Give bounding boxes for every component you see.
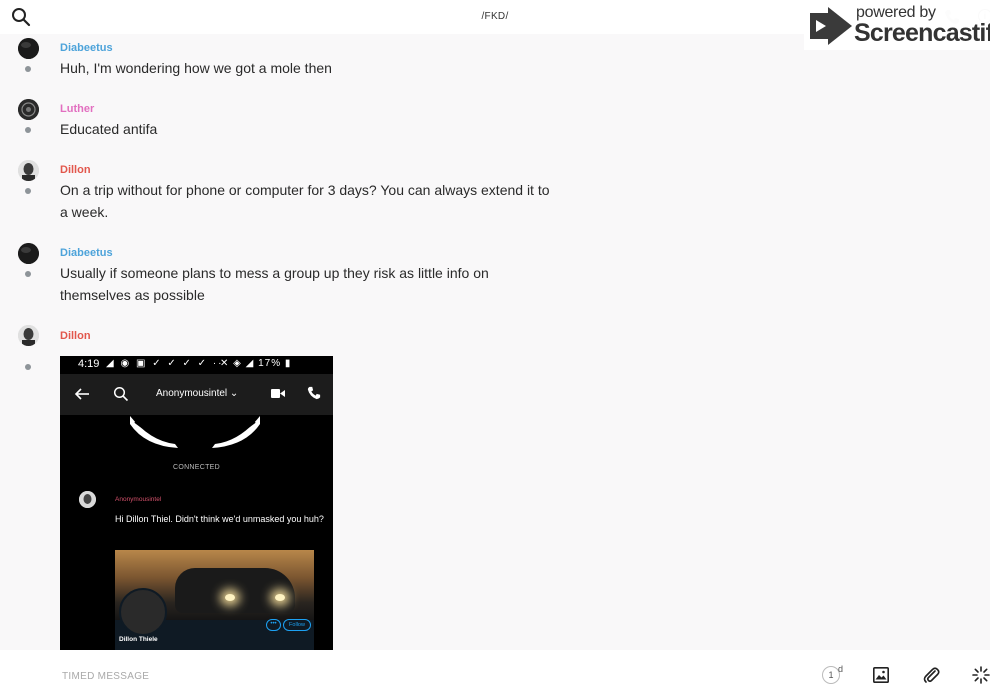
message-status-dot xyxy=(25,66,31,72)
image-icon[interactable] xyxy=(873,667,889,683)
phone-status-battery: ✕ ◈ ◢ 17% ▮ xyxy=(220,358,292,369)
avatar xyxy=(79,491,96,508)
message-text: Usually if someone plans to mess a group… xyxy=(60,265,489,303)
phone-icon xyxy=(307,386,321,400)
phone-chat-name: Anonymousintel ⌄ xyxy=(156,388,239,399)
profile-avatar xyxy=(119,588,167,636)
avatar[interactable] xyxy=(18,325,39,346)
avatar[interactable] xyxy=(18,38,39,59)
screencastify-logo-icon xyxy=(810,7,852,45)
message-sender: Dillon xyxy=(60,164,91,176)
message-composer: 1 d xyxy=(0,650,990,700)
watermark-brand: Screencastify xyxy=(854,19,990,47)
anonymous-mask-logo-icon xyxy=(130,416,260,448)
car-shape xyxy=(175,568,295,613)
follow-button: Follow xyxy=(283,619,311,631)
timer-unit-label: d xyxy=(838,664,844,674)
phone-status-icons: ◢ ◉ ▣ ✓ ✓ ✓ ✓ ·· xyxy=(106,358,224,369)
more-options-icon: ••• xyxy=(266,619,281,631)
phone-message-text: Hi Dillon Thiel. Didn't think we'd unmas… xyxy=(115,514,324,524)
phone-chat-header: Anonymousintel ⌄ xyxy=(60,374,333,415)
phone-status-bar: 4:19 ◢ ◉ ▣ ✓ ✓ ✓ ✓ ·· ✕ ◈ ◢ 17% ▮ xyxy=(60,356,333,374)
message-text: Huh, I'm wondering how we got a mole the… xyxy=(60,60,332,76)
message-sender: Diabeetus xyxy=(60,247,113,259)
avatar[interactable] xyxy=(18,99,39,120)
message-input[interactable] xyxy=(60,666,764,686)
avatar[interactable] xyxy=(18,160,39,181)
avatar[interactable] xyxy=(18,243,39,264)
screencastify-watermark: powered by Screencastify xyxy=(804,0,990,50)
message-sender: Dillon xyxy=(60,330,91,342)
message-status-dot xyxy=(25,364,31,370)
image-attachment[interactable]: 4:19 ◢ ◉ ▣ ✓ ✓ ✓ ✓ ·· ✕ ◈ ◢ 17% ▮ Anonym… xyxy=(60,356,333,650)
paperclip-icon[interactable] xyxy=(922,666,940,684)
message-sender: Diabeetus xyxy=(60,42,113,54)
phone-message-sender: Anonymousintel xyxy=(115,496,162,503)
profile-name: Dillon Thiele xyxy=(119,636,158,643)
search-icon xyxy=(113,386,129,402)
loading-spinner-icon[interactable] xyxy=(972,666,990,684)
profile-card: Dillon Thiele ••• Follow xyxy=(115,550,314,650)
connected-label: CONNECTED xyxy=(172,464,221,471)
message-status-dot xyxy=(25,127,31,133)
message-sender: Luther xyxy=(60,103,95,115)
message-status-dot xyxy=(25,271,31,277)
headlight xyxy=(225,594,235,601)
phone-status-time: 4:19 xyxy=(78,358,100,370)
arrow-left-icon xyxy=(74,388,89,400)
message-text: Educated antifa xyxy=(60,121,158,137)
message-status-dot xyxy=(25,188,31,194)
message-text: On a trip without for phone or computer … xyxy=(60,182,550,220)
headlight xyxy=(275,594,285,601)
video-icon xyxy=(271,389,285,398)
